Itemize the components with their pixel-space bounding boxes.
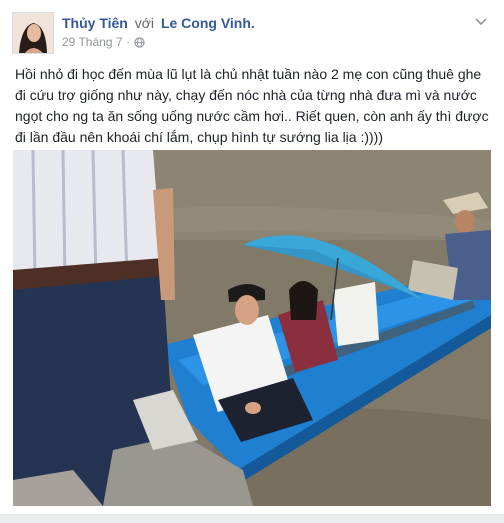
with-word: với xyxy=(134,15,155,31)
tagged-user-link[interactable]: Le Cong Vinh. xyxy=(161,15,255,31)
avatar-image xyxy=(13,13,53,53)
post-date[interactable]: 29 Tháng 7 xyxy=(62,35,123,49)
author-name-link[interactable]: Thủy Tiên xyxy=(62,15,128,31)
chevron-down-icon[interactable] xyxy=(474,16,488,30)
avatar[interactable] xyxy=(12,12,54,54)
post-meta: 29 Tháng 7 · xyxy=(62,35,145,49)
facebook-post: Thủy Tiên với Le Cong Vinh. 29 Tháng 7 ·… xyxy=(0,0,504,523)
post-body-text: Hồi nhỏ đi học đến mùa lũ lụt là chủ nhậ… xyxy=(15,66,489,145)
post-photo[interactable] xyxy=(13,150,491,506)
post-bottom-border xyxy=(0,514,504,523)
photo-illustration xyxy=(13,150,491,506)
chevron-shape xyxy=(475,18,487,26)
author-line: Thủy Tiên với Le Cong Vinh. xyxy=(62,15,255,31)
globe-icon[interactable] xyxy=(134,36,145,48)
meta-separator: · xyxy=(126,36,130,48)
post-header: Thủy Tiên với Le Cong Vinh. 29 Tháng 7 · xyxy=(12,12,492,56)
